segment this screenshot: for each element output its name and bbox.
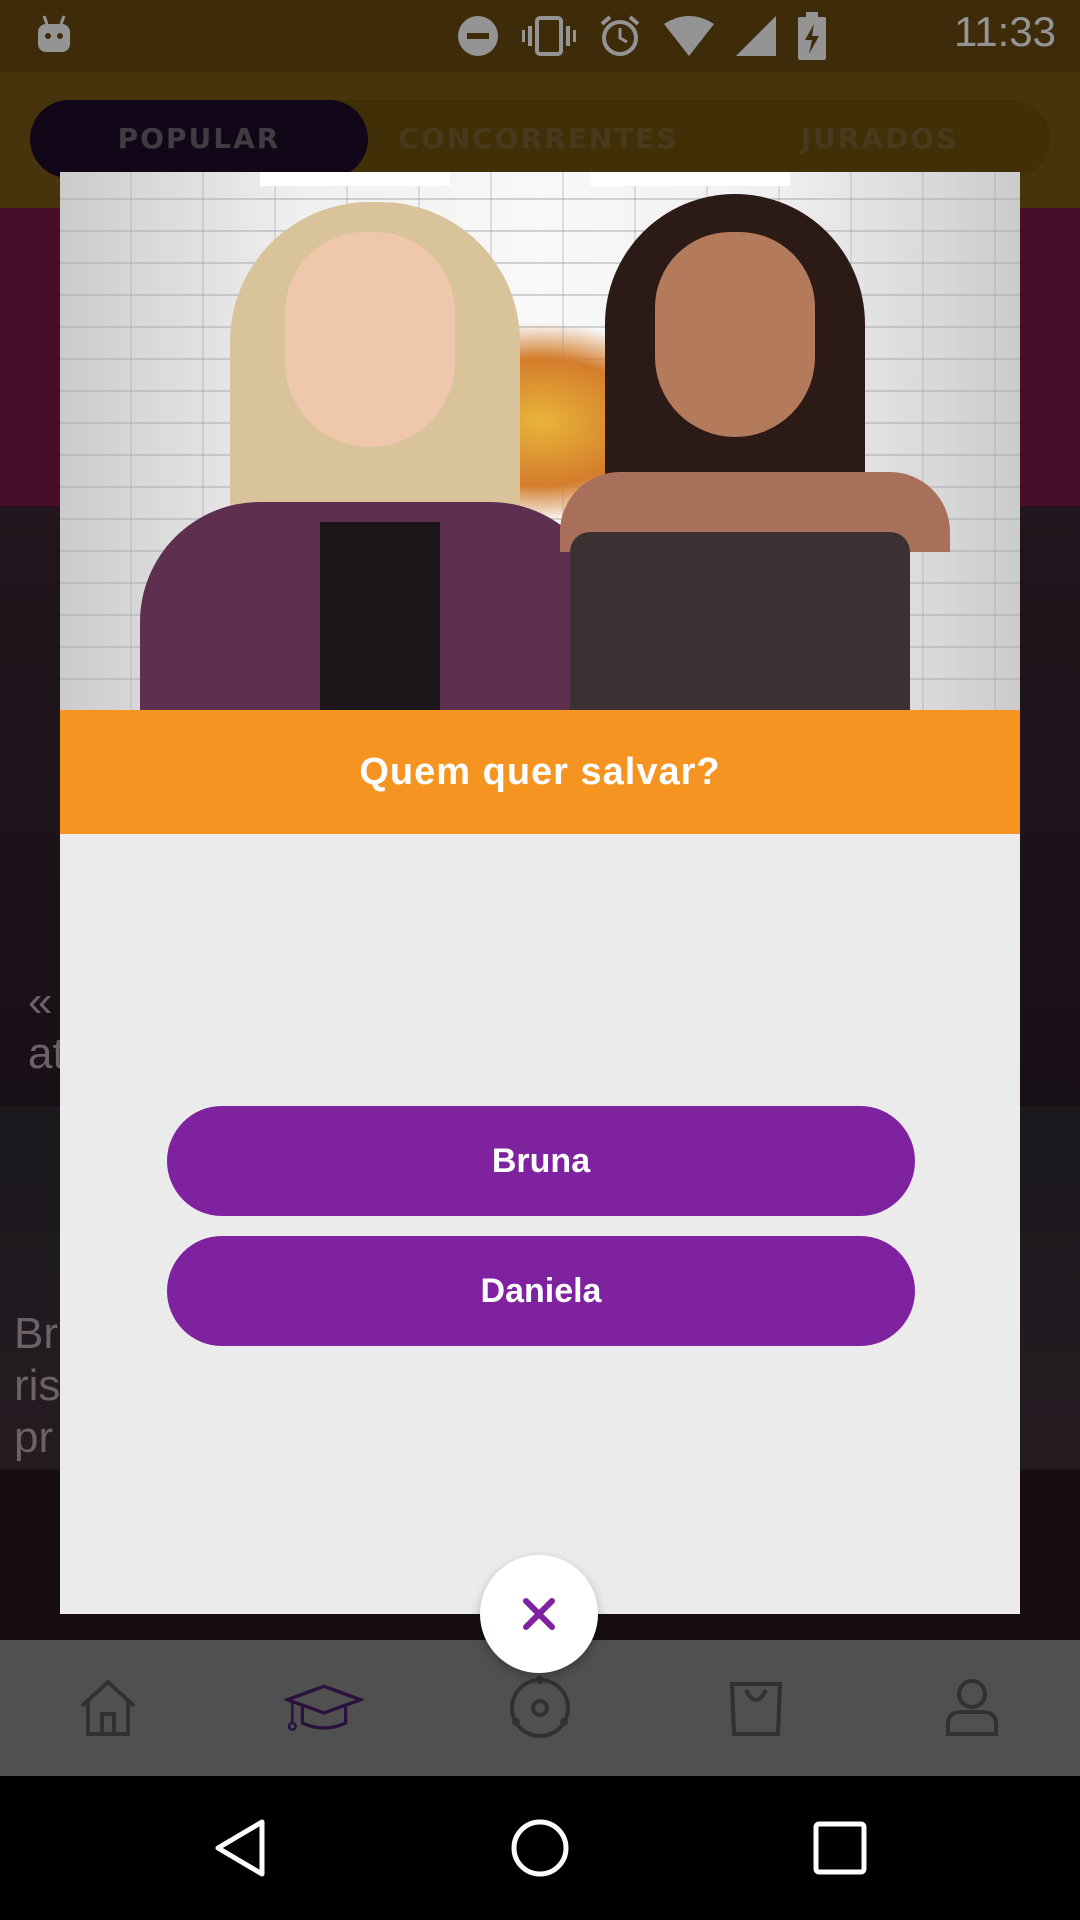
option-daniela-button[interactable]: Daniela [167, 1236, 915, 1346]
recents-icon[interactable] [808, 1816, 872, 1880]
dialog-question: Quem quer salvar? [60, 710, 1020, 834]
close-icon [523, 1598, 555, 1630]
home-circle-icon[interactable] [508, 1816, 572, 1880]
contestants-photo [60, 172, 1020, 710]
back-icon[interactable] [208, 1816, 272, 1880]
system-nav-bar [0, 1776, 1080, 1920]
vote-dialog: Quem quer salvar? Bruna Daniela [60, 172, 1020, 1614]
close-dialog-button[interactable] [480, 1555, 598, 1673]
option-bruna-button[interactable]: Bruna [167, 1106, 915, 1216]
